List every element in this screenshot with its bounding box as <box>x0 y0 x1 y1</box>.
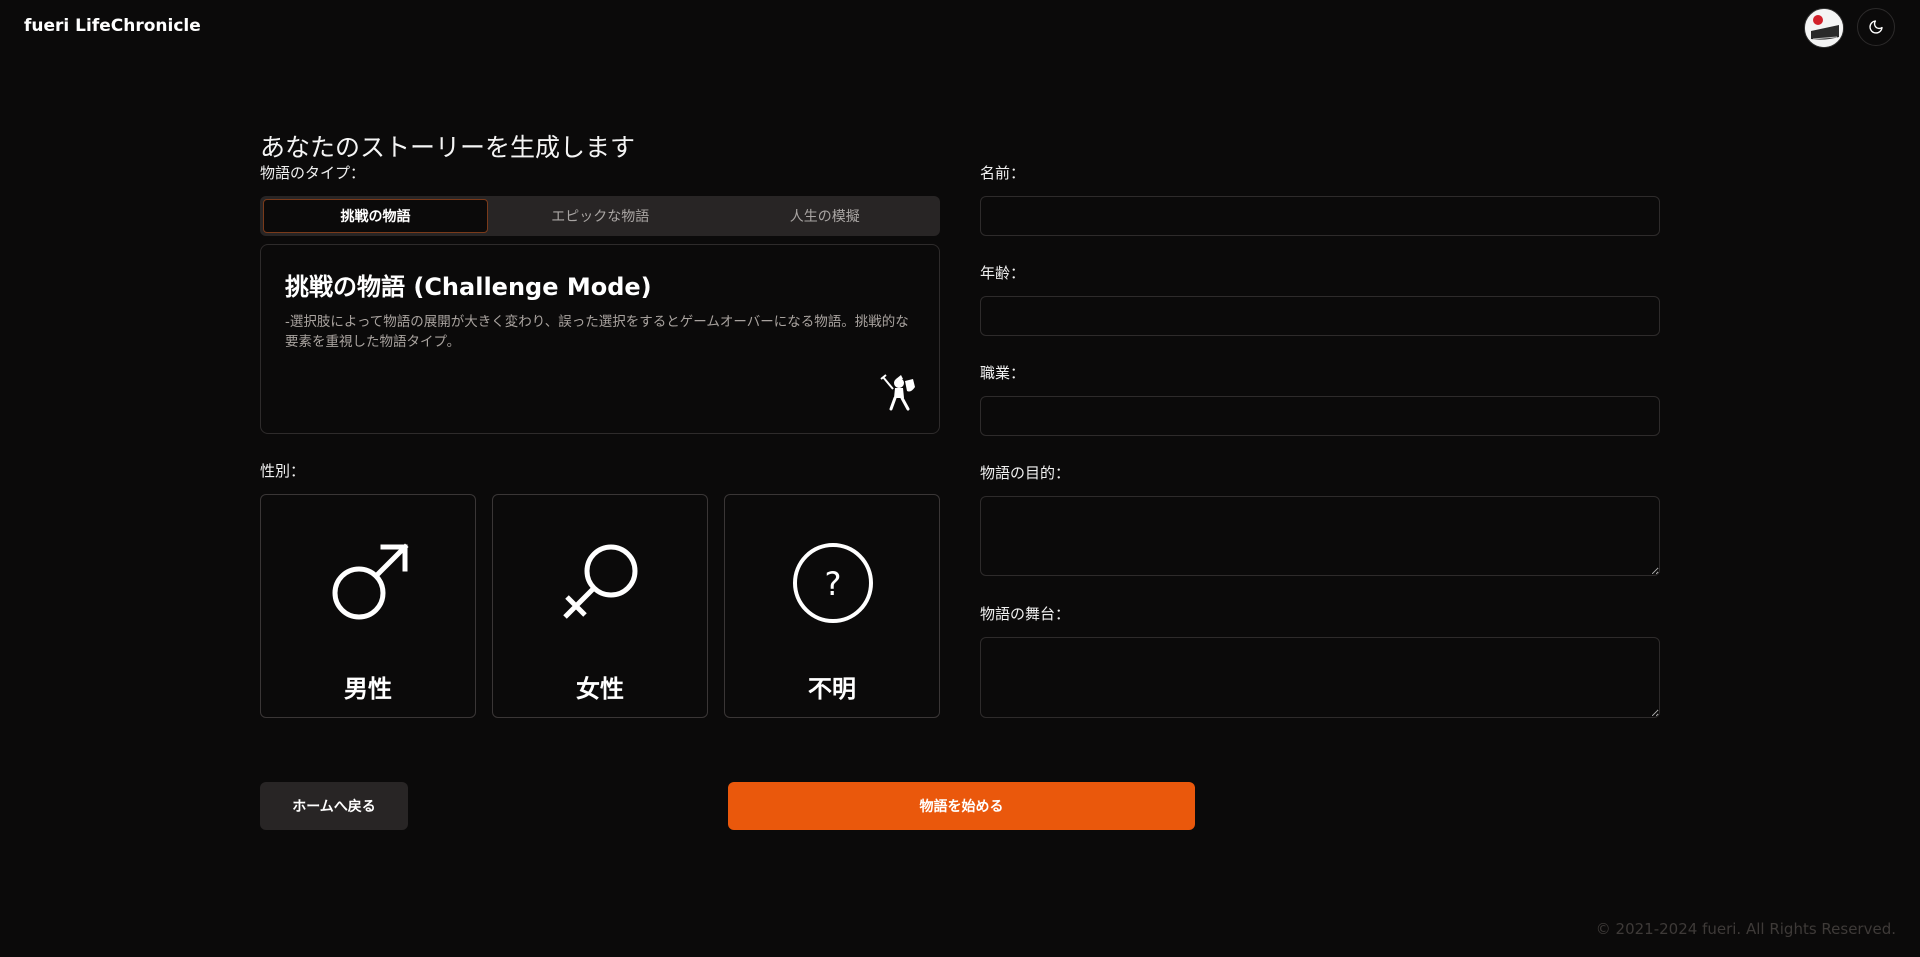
purpose-label: 物語の目的： <box>980 464 1071 482</box>
gender-male-label: 男性 <box>344 675 392 703</box>
mode-title: 挑戦の物語 (Challenge Mode) <box>285 273 652 301</box>
occupation-input[interactable] <box>980 396 1660 436</box>
moon-icon <box>1869 20 1883 34</box>
tab-life-simulation[interactable]: 人生の模擬 <box>713 199 938 233</box>
home-button[interactable]: ホームへ戻る <box>260 782 408 830</box>
occupation-label: 職業： <box>980 364 1026 382</box>
tab-epic[interactable]: エピックな物語 <box>488 199 713 233</box>
footer-copyright: © 2021-2024 fueri. All Rights Reserved. <box>1595 920 1896 938</box>
mode-description-card: 挑戦の物語 (Challenge Mode) -選択肢によって物語の展開が大きく… <box>260 244 940 434</box>
male-icon <box>332 543 409 620</box>
gender-female-label: 女性 <box>576 675 624 703</box>
question-icon: ? <box>793 543 873 623</box>
purpose-textarea[interactable] <box>980 496 1660 576</box>
setting-textarea[interactable] <box>980 637 1660 718</box>
setting-label: 物語の舞台： <box>980 605 1071 623</box>
gender-unknown-card[interactable]: ? 不明 <box>724 494 940 718</box>
svg-text:?: ? <box>825 565 842 603</box>
gender-label: 性別： <box>260 462 306 480</box>
gender-unknown-label: 不明 <box>808 675 856 703</box>
gender-male-card[interactable]: 男性 <box>260 494 476 718</box>
page-heading: あなたのストーリーを生成します <box>260 133 636 162</box>
avatar-icon <box>1805 9 1843 47</box>
mode-description: -選択肢によって物語の展開が大きく変わり、誤った選択をするとゲームオーバーになる… <box>285 314 909 350</box>
start-story-button[interactable]: 物語を始める <box>728 782 1195 830</box>
user-avatar[interactable] <box>1804 8 1844 48</box>
female-icon <box>563 544 638 619</box>
story-type-label: 物語のタイプ： <box>260 164 366 182</box>
name-label: 名前： <box>980 164 1026 182</box>
age-input[interactable] <box>980 296 1660 336</box>
theme-toggle-button[interactable] <box>1857 8 1895 46</box>
app-title[interactable]: fueri LifeChronicle <box>24 16 201 36</box>
story-type-tabs: 挑戦の物語 エピックな物語 人生の模擬 <box>260 196 940 236</box>
age-label: 年齢： <box>980 264 1026 282</box>
knight-icon <box>880 374 915 411</box>
name-input[interactable] <box>980 196 1660 236</box>
tab-challenge[interactable]: 挑戦の物語 <box>263 199 488 233</box>
gender-female-card[interactable]: 女性 <box>492 494 708 718</box>
